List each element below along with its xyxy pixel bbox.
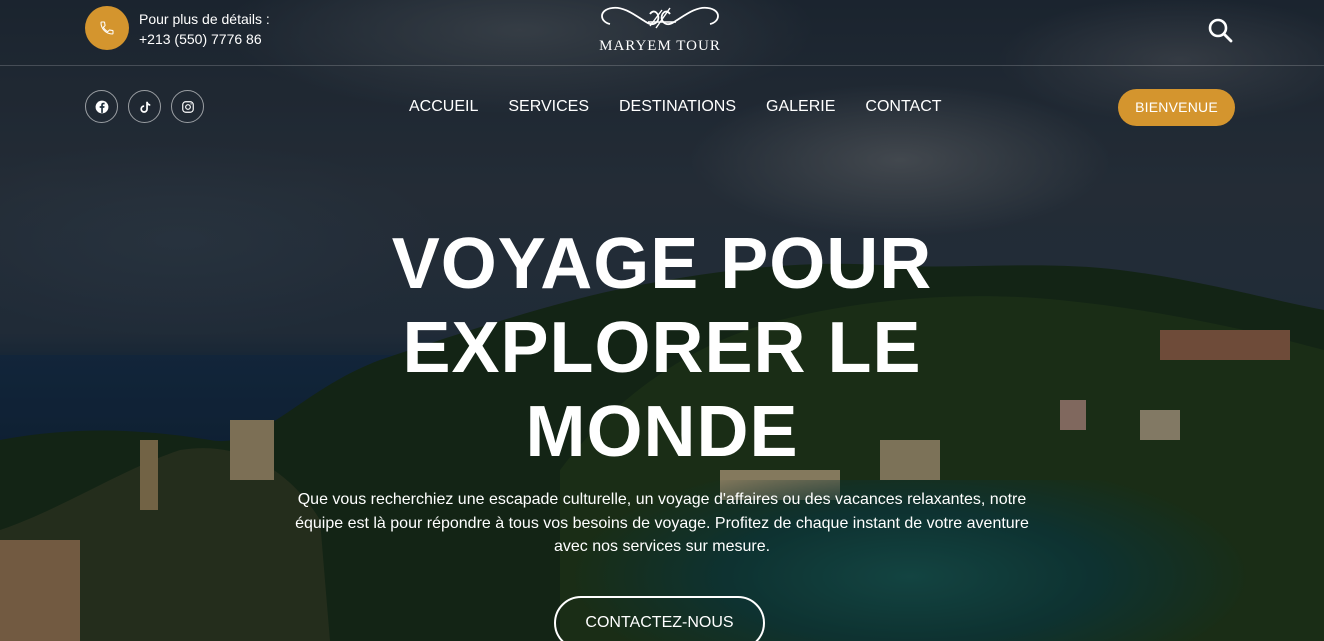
logo-text: MARYEM TOUR [599,38,721,54]
phone-icon [100,21,114,35]
hero-description: Que vous recherchiez une escapade cultur… [295,491,1029,555]
main-nav: ACCUEIL SERVICES DESTINATIONS GALERIE CO… [409,96,972,118]
instagram-link[interactable] [171,90,204,123]
logo-emblem [601,6,719,29]
nav-item-accueil[interactable]: ACCUEIL [409,96,478,118]
contact-info: Pour plus de détails : +213 (550) 7776 8… [139,9,270,49]
facebook-icon [95,100,108,113]
search-icon [1208,18,1233,43]
nav-item-destinations[interactable]: DESTINATIONS [619,96,736,118]
tiktok-link[interactable] [128,90,161,123]
hero-title-line-2: EXPLORER LE [402,308,922,388]
hero-title-line-1: VOYAGE POUR [391,224,933,304]
nav-item-galerie[interactable]: GALERIE [766,96,835,118]
hero-title: VOYAGE POUR EXPLORER LE MONDE [362,222,962,474]
bienvenue-button[interactable]: BIENVENUE [1118,89,1235,126]
phone-button[interactable] [85,6,129,50]
hero-title-line-3: MONDE [525,392,799,472]
nav-item-contact[interactable]: CONTACT [865,96,941,118]
instagram-icon [181,100,194,113]
top-bar: Pour plus de détails : +213 (550) 7776 8… [0,0,1324,66]
tiktok-icon [139,101,150,113]
phone-number[interactable]: +213 (550) 7776 86 [139,29,270,49]
contact-label: Pour plus de détails : [139,11,270,27]
facebook-link[interactable] [85,90,118,123]
contact-us-button[interactable]: CONTACTEZ-NOUS [554,596,765,641]
search-button[interactable] [1206,16,1234,44]
site-logo[interactable]: MARYEM TOUR [590,2,730,58]
nav-item-services[interactable]: SERVICES [508,96,589,118]
